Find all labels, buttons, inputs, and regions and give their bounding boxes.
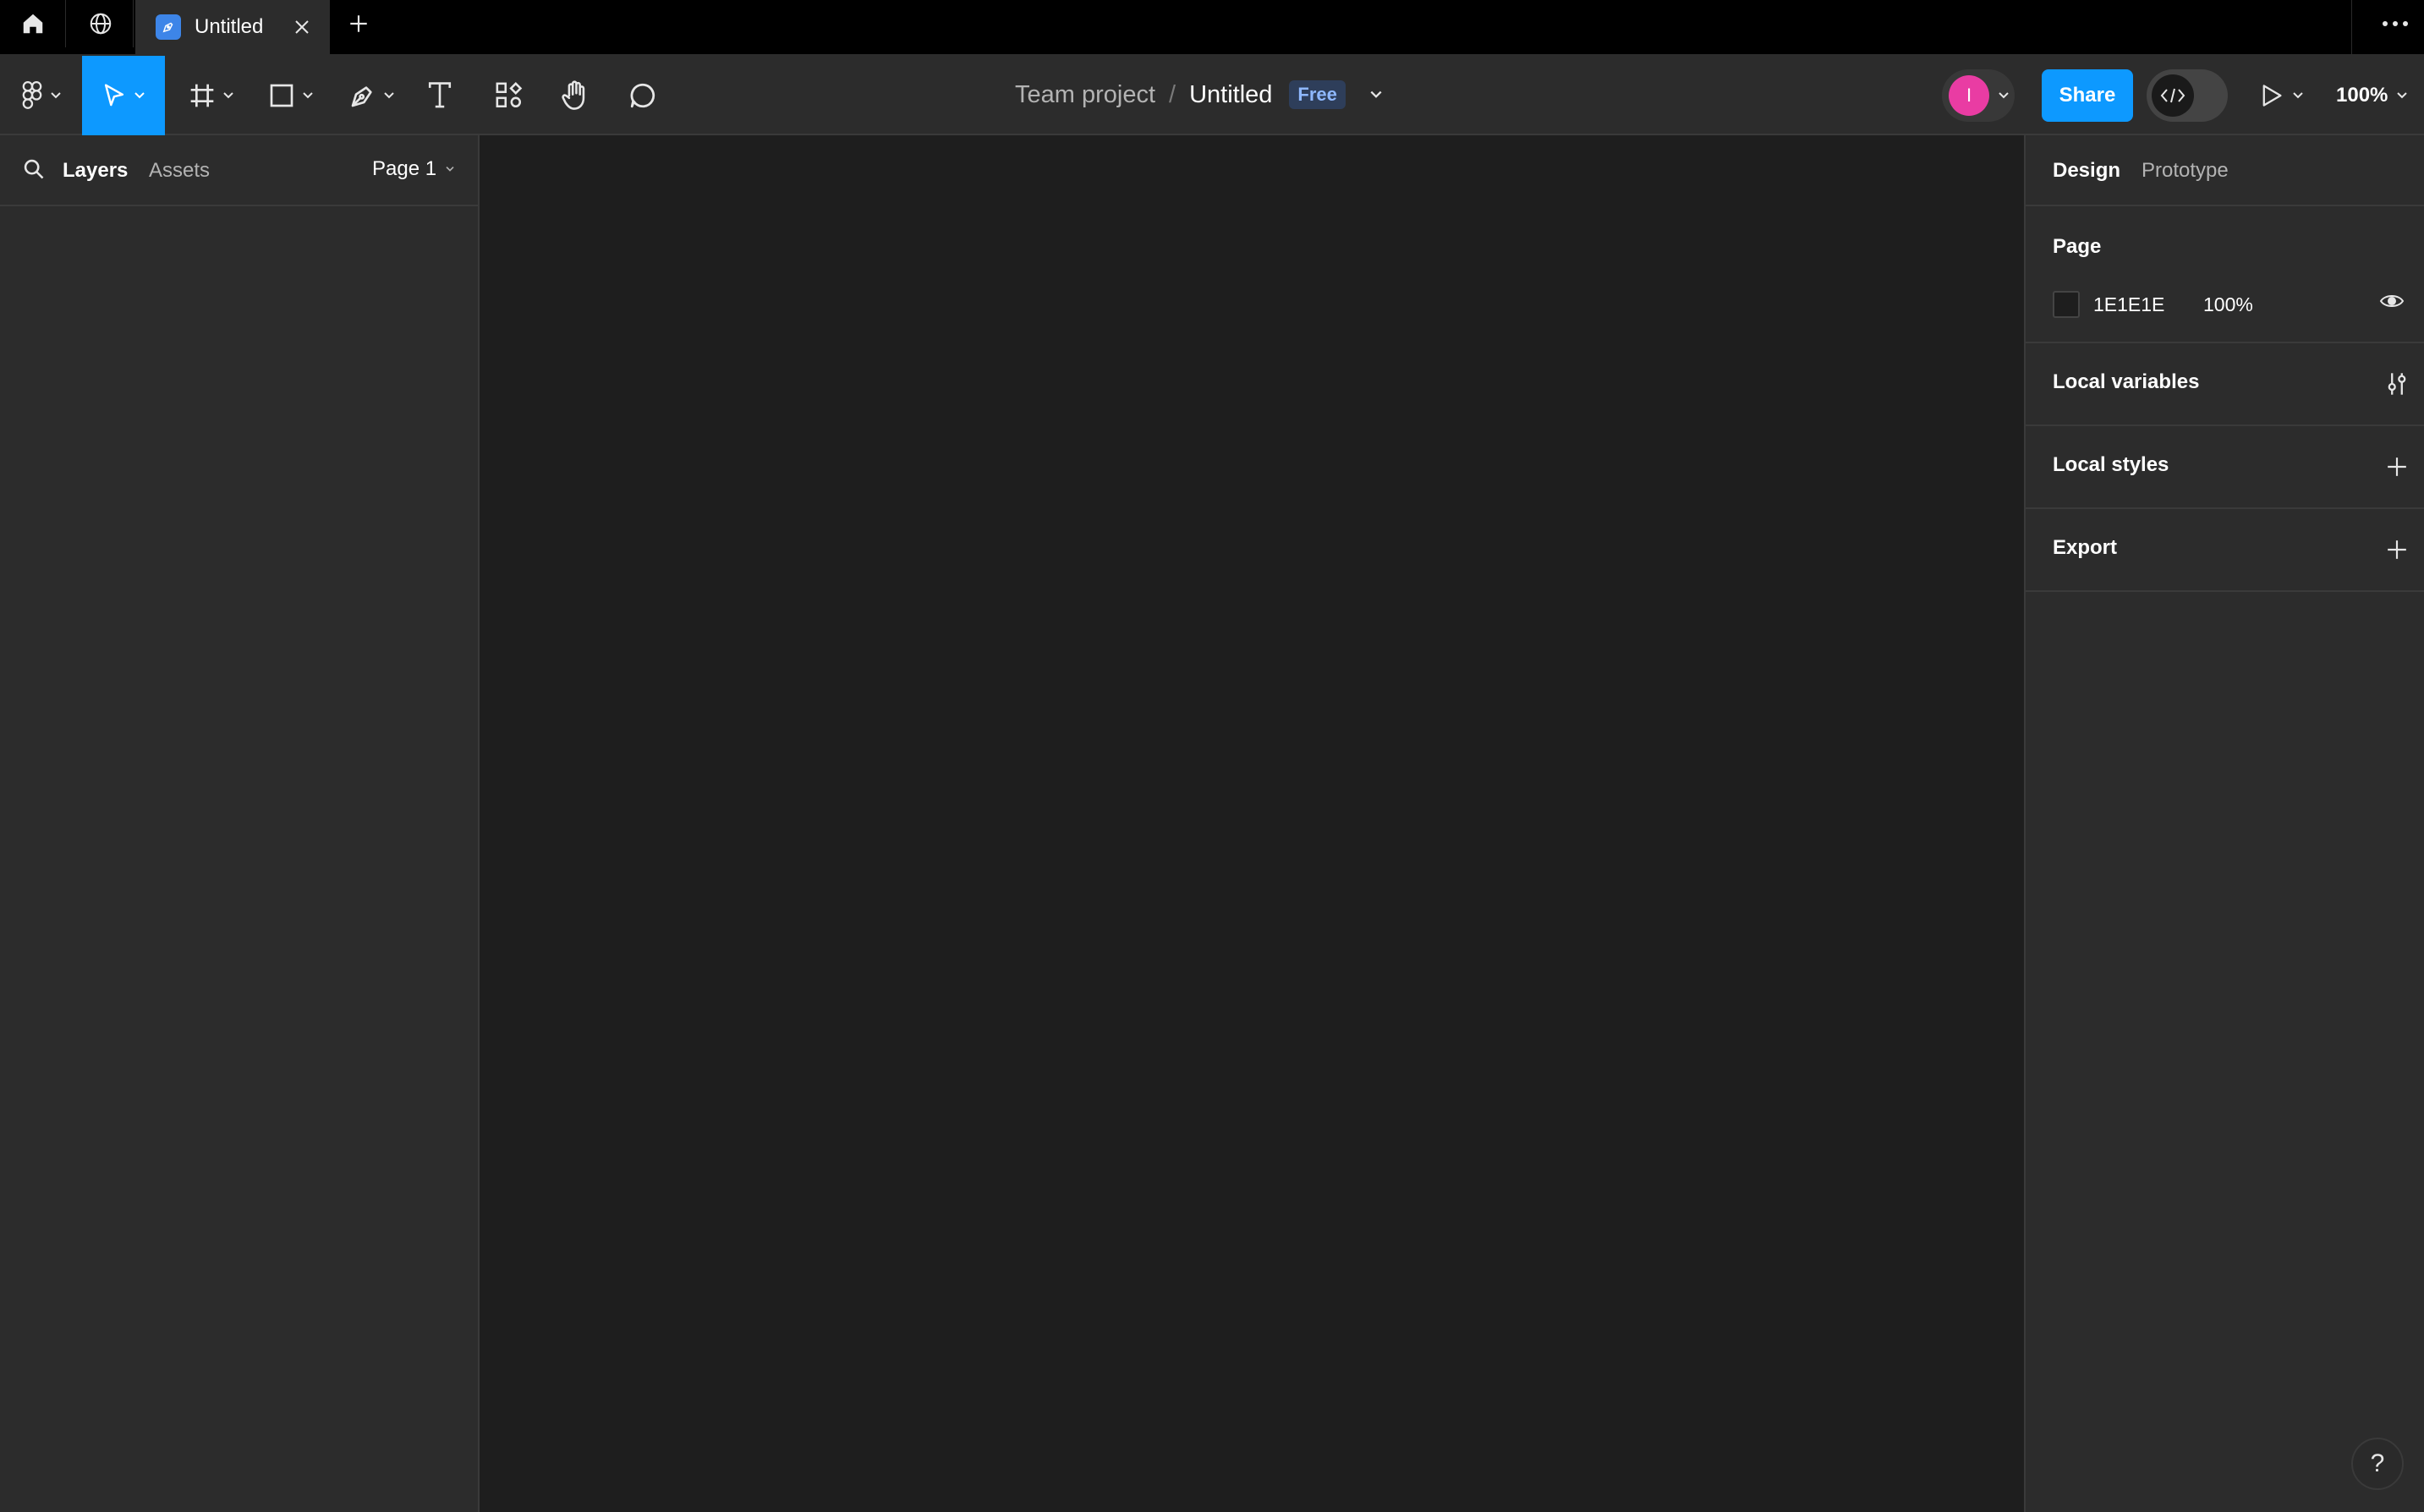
breadcrumb: Team project / Untitled Free [1015,54,1383,135]
avatar[interactable]: I [1949,75,1989,116]
page-section: Page 1E1E1E 100% [2026,206,2424,343]
file-menu-button[interactable] [1369,90,1383,100]
more-horizontal-icon [2383,21,2408,26]
home-button[interactable] [0,0,66,47]
page-fill-hex-input[interactable]: 1E1E1E [2093,293,2164,316]
tab-close-button[interactable] [288,13,316,41]
frame-hash-icon [190,84,214,107]
page-selector[interactable]: Page 1 [372,157,455,181]
text-tool-button[interactable] [420,56,460,135]
page-selector-label: Page 1 [372,157,437,180]
section-title: Export [2053,536,2118,559]
divider [2351,0,2352,54]
chevron-down-icon [2293,92,2303,99]
tab-untitled[interactable]: Untitled [135,0,330,54]
chevron-down-icon [51,92,61,99]
breadcrumb-team[interactable]: Team project [1015,81,1155,109]
move-tool-button[interactable] [82,56,165,135]
resources-tool-button[interactable] [489,56,529,135]
figma-editor: Untitled Team project / Untitled Free I … [0,0,2424,1512]
present-button[interactable] [2260,69,2304,122]
plus-icon [2388,540,2406,559]
search-layers-button[interactable] [22,157,47,183]
export-section: Export [2026,509,2424,592]
plus-icon [2388,457,2406,476]
dev-mode-toggle[interactable] [2147,69,2228,122]
tab-design[interactable]: Design [2053,159,2120,183]
layers-panel-header: Layers Assets Page 1 [0,135,478,206]
search-icon [24,159,44,179]
add-style-button[interactable] [2380,450,2414,484]
plus-icon [350,15,367,32]
zoom-menu-button[interactable]: 100% [2336,69,2408,122]
properties-tabs: Design Prototype [2026,135,2424,206]
multiplayer-avatars[interactable]: I [1942,69,2015,122]
page-fill-swatch[interactable] [2053,291,2080,318]
home-icon [23,14,42,34]
canvas[interactable] [480,135,2024,1512]
comment-icon [630,83,655,108]
local-styles-section: Local styles [2026,426,2424,509]
move-cursor-icon [104,84,124,107]
chevron-down-icon [134,92,145,99]
pen-icon [351,86,372,107]
tab-layers[interactable]: Layers [63,159,128,183]
page-fill-opacity-input[interactable]: 100% [2203,293,2253,316]
hand-icon [562,80,585,110]
page-fill-row: 1E1E1E 100% [2053,289,2408,320]
chevron-down-icon [223,92,233,99]
pen-tool-button[interactable] [340,56,404,135]
shape-tool-button[interactable] [259,56,323,135]
comment-tool-button[interactable] [622,56,663,135]
play-icon [2262,85,2282,107]
hand-tool-button[interactable] [555,56,595,135]
toggle-visibility-button[interactable] [2379,291,2410,318]
tab-assets[interactable]: Assets [149,159,210,183]
local-variables-section: Local variables [2026,343,2424,426]
chevron-down-icon [1999,92,2009,99]
more-menu-button[interactable] [2375,7,2416,41]
new-tab-button[interactable] [342,7,376,41]
section-title: Local styles [2053,453,2169,476]
frame-tool-button[interactable] [179,56,244,135]
variables-sliders-icon [2388,373,2406,395]
chevron-down-icon [2397,92,2408,99]
plan-badge[interactable]: Free [1289,80,1346,109]
add-export-button[interactable] [2380,533,2414,567]
code-icon [2152,74,2194,117]
share-button[interactable]: Share [2042,69,2133,122]
section-title: Page [2053,235,2102,258]
breadcrumb-separator: / [1169,80,1176,108]
zoom-level: 100% [2336,84,2388,107]
community-button[interactable] [68,0,134,47]
section-title: Local variables [2053,370,2200,393]
tab-bar: Untitled [0,0,2424,54]
open-variables-button[interactable] [2380,367,2414,401]
main-menu-button[interactable] [12,56,71,135]
rectangle-icon [270,84,293,107]
help-button[interactable]: ? [2351,1438,2404,1490]
chevron-down-icon [1370,90,1382,98]
close-icon [295,20,309,34]
chevron-down-icon [303,92,313,99]
chevron-down-icon [446,167,454,172]
layers-panel: Layers Assets Page 1 [0,135,480,1512]
breadcrumb-file-name[interactable]: Untitled [1189,81,1272,109]
tab-prototype[interactable]: Prototype [2142,159,2229,183]
figma-file-icon [156,14,181,40]
figma-logo-icon [22,81,42,109]
toolbar: Team project / Untitled Free I Share 100… [0,54,2424,135]
properties-panel: Design Prototype Page 1E1E1E 100% Local … [2024,135,2424,1512]
chevron-down-icon [384,92,394,99]
resources-icon [496,82,523,108]
globe-icon [90,13,111,35]
text-icon [428,82,452,108]
tab-title: Untitled [195,15,264,38]
eye-icon [2379,295,2405,307]
